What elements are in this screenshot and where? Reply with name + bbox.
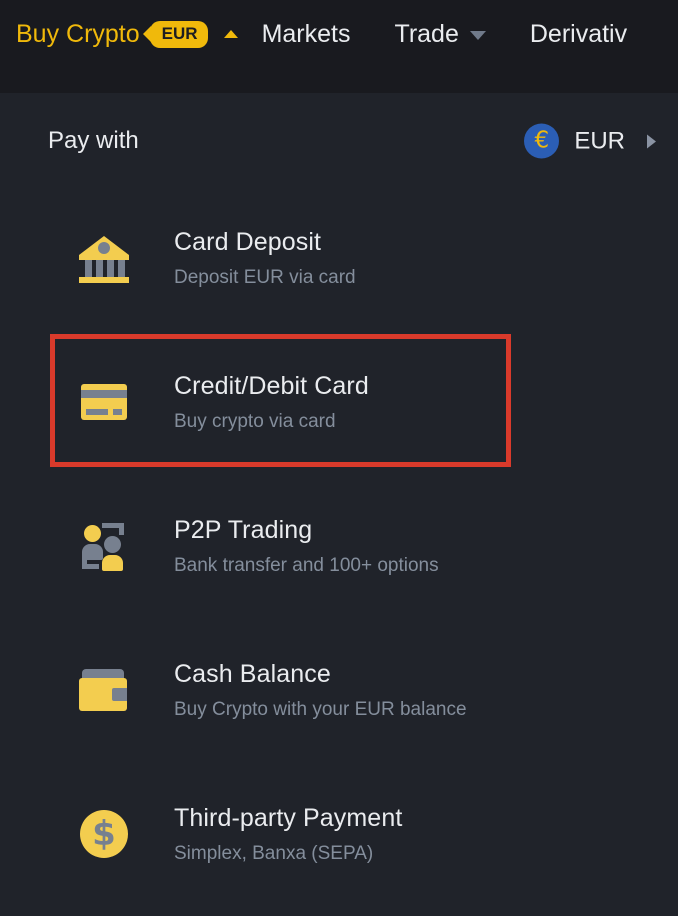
nav-item-label: Derivativ <box>530 17 627 51</box>
bank-icon <box>78 232 130 284</box>
nav-item-markets[interactable]: Markets <box>262 17 351 51</box>
p2p-people-icon <box>78 520 130 572</box>
nav-item-label: Trade <box>394 17 458 51</box>
nav-currency-badge[interactable]: EUR <box>150 21 208 48</box>
method-subtitle: Simplex, Banxa (SEPA) <box>174 841 402 867</box>
pay-with-header: Pay with € EUR <box>0 113 678 169</box>
payment-method-p2p-trading[interactable]: P2P Trading Bank transfer and 100+ optio… <box>0 474 678 618</box>
pay-with-panel: Pay with € EUR Card Deposit <box>0 93 678 916</box>
euro-coin-icon: € <box>524 124 559 159</box>
nav-item-derivatives[interactable]: Derivativ <box>530 17 627 51</box>
top-navigation-bar: Buy Crypto EUR Markets Trade Derivativ <box>0 0 678 93</box>
nav-item-trade[interactable]: Trade <box>394 17 485 51</box>
payment-method-cash-balance[interactable]: Cash Balance Buy Crypto with your EUR ba… <box>0 618 678 762</box>
payment-method-card-deposit[interactable]: Card Deposit Deposit EUR via card <box>0 186 678 330</box>
payment-method-credit-debit-card[interactable]: Credit/Debit Card Buy crypto via card <box>0 330 678 474</box>
euro-symbol: € <box>535 130 550 153</box>
method-title: Cash Balance <box>174 658 467 691</box>
method-subtitle: Deposit EUR via card <box>174 265 356 291</box>
payment-method-list: Card Deposit Deposit EUR via card Credit… <box>0 186 678 906</box>
method-title: Third-party Payment <box>174 802 402 835</box>
currency-code-label: EUR <box>574 126 625 156</box>
nav-item-buy-crypto[interactable]: Buy Crypto EUR <box>16 17 238 51</box>
chevron-down-icon[interactable] <box>470 31 486 40</box>
nav-item-label: Markets <box>262 17 351 51</box>
method-subtitle: Buy Crypto with your EUR balance <box>174 697 467 723</box>
nav-item-label: Buy Crypto <box>16 17 140 51</box>
caret-up-icon[interactable] <box>224 30 238 38</box>
method-title: P2P Trading <box>174 514 439 547</box>
method-title: Card Deposit <box>174 226 356 259</box>
wallet-icon <box>78 664 130 716</box>
method-subtitle: Buy crypto via card <box>174 409 369 435</box>
credit-card-icon <box>78 376 130 428</box>
method-title: Credit/Debit Card <box>174 370 369 403</box>
page-title: Pay with <box>48 126 139 156</box>
chevron-right-icon[interactable] <box>647 134 656 148</box>
payment-method-third-party[interactable]: $ Third-party Payment Simplex, Banxa (SE… <box>0 762 678 906</box>
currency-selector[interactable]: € EUR <box>524 124 656 159</box>
method-subtitle: Bank transfer and 100+ options <box>174 553 439 579</box>
dollar-coin-icon: $ <box>78 808 130 860</box>
